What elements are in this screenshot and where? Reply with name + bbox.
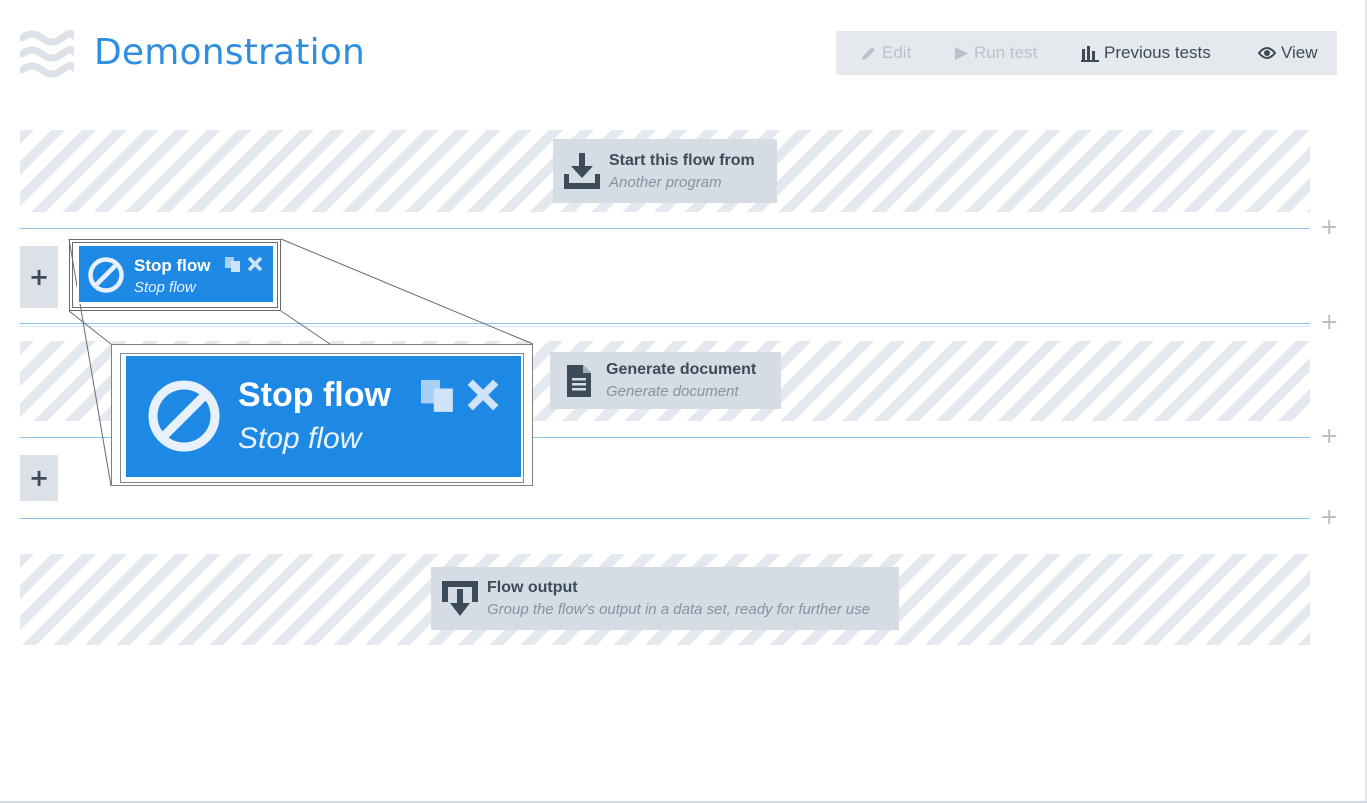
page-title: Demonstration (94, 32, 366, 73)
close-icon[interactable] (247, 256, 263, 272)
run-test-label: Run test (974, 43, 1038, 62)
insert-step-button[interactable]: + (1320, 426, 1338, 448)
start-step-card[interactable]: Start this flow from Another program (553, 139, 777, 203)
flow-output-subtitle: Group the flow's output in a data set, r… (487, 601, 871, 618)
document-icon (560, 362, 598, 400)
generate-document-title: Generate document (606, 361, 757, 378)
insert-step-button[interactable]: + (1320, 507, 1338, 529)
copy-icon (421, 380, 453, 412)
generate-document-subtitle: Generate document (606, 383, 739, 400)
edit-button[interactable]: Edit (860, 31, 911, 75)
insert-step-button[interactable]: + (1320, 312, 1338, 334)
download-icon (563, 152, 601, 190)
start-step-subtitle: Another program (609, 173, 722, 191)
flow-output-title: Flow output (487, 579, 578, 596)
view-label: View (1281, 43, 1318, 62)
generate-document-card[interactable]: Generate document Generate document (550, 352, 781, 409)
run-test-button[interactable]: Run test (954, 31, 1037, 75)
previous-tests-button[interactable]: Previous tests (1081, 31, 1211, 75)
play-icon (955, 46, 968, 60)
flow-output-icon (441, 580, 479, 618)
close-icon (467, 379, 499, 411)
edit-label: Edit (882, 43, 912, 62)
toolbar: Edit Run test Previous tests View (836, 31, 1337, 75)
divider (20, 323, 1310, 324)
add-step-button[interactable]: + (20, 455, 58, 501)
insert-step-button[interactable]: + (1320, 217, 1338, 239)
divider (20, 228, 1310, 229)
stop-flow-title: Stop flow (238, 376, 391, 414)
stop-flow-title: Stop flow (134, 256, 211, 275)
bar-chart-icon (1081, 45, 1099, 62)
stop-flow-subtitle: Stop flow (134, 279, 196, 296)
flow-output-card[interactable]: Flow output Group the flow's output in a… (431, 567, 899, 630)
eye-icon (1258, 47, 1276, 59)
stop-flow-node-zoomed: Stop flow Stop flow (123, 356, 521, 480)
waves-icon (20, 29, 74, 78)
view-button[interactable]: View (1258, 31, 1318, 75)
start-step-title: Start this flow from (609, 151, 755, 169)
ban-icon (88, 257, 124, 293)
stop-flow-subtitle: Stop flow (238, 422, 362, 455)
copy-icon[interactable] (225, 257, 241, 273)
flow-editor-page: Demonstration Edit Run test Previous tes… (0, 0, 1367, 803)
divider (20, 326, 1310, 327)
add-step-button[interactable]: + (20, 246, 58, 308)
previous-tests-label: Previous tests (1104, 43, 1211, 62)
ban-icon (148, 380, 220, 452)
stop-flow-node[interactable]: Stop flow Stop flow (77, 246, 273, 304)
pencil-icon (862, 46, 875, 60)
divider (20, 518, 1310, 519)
